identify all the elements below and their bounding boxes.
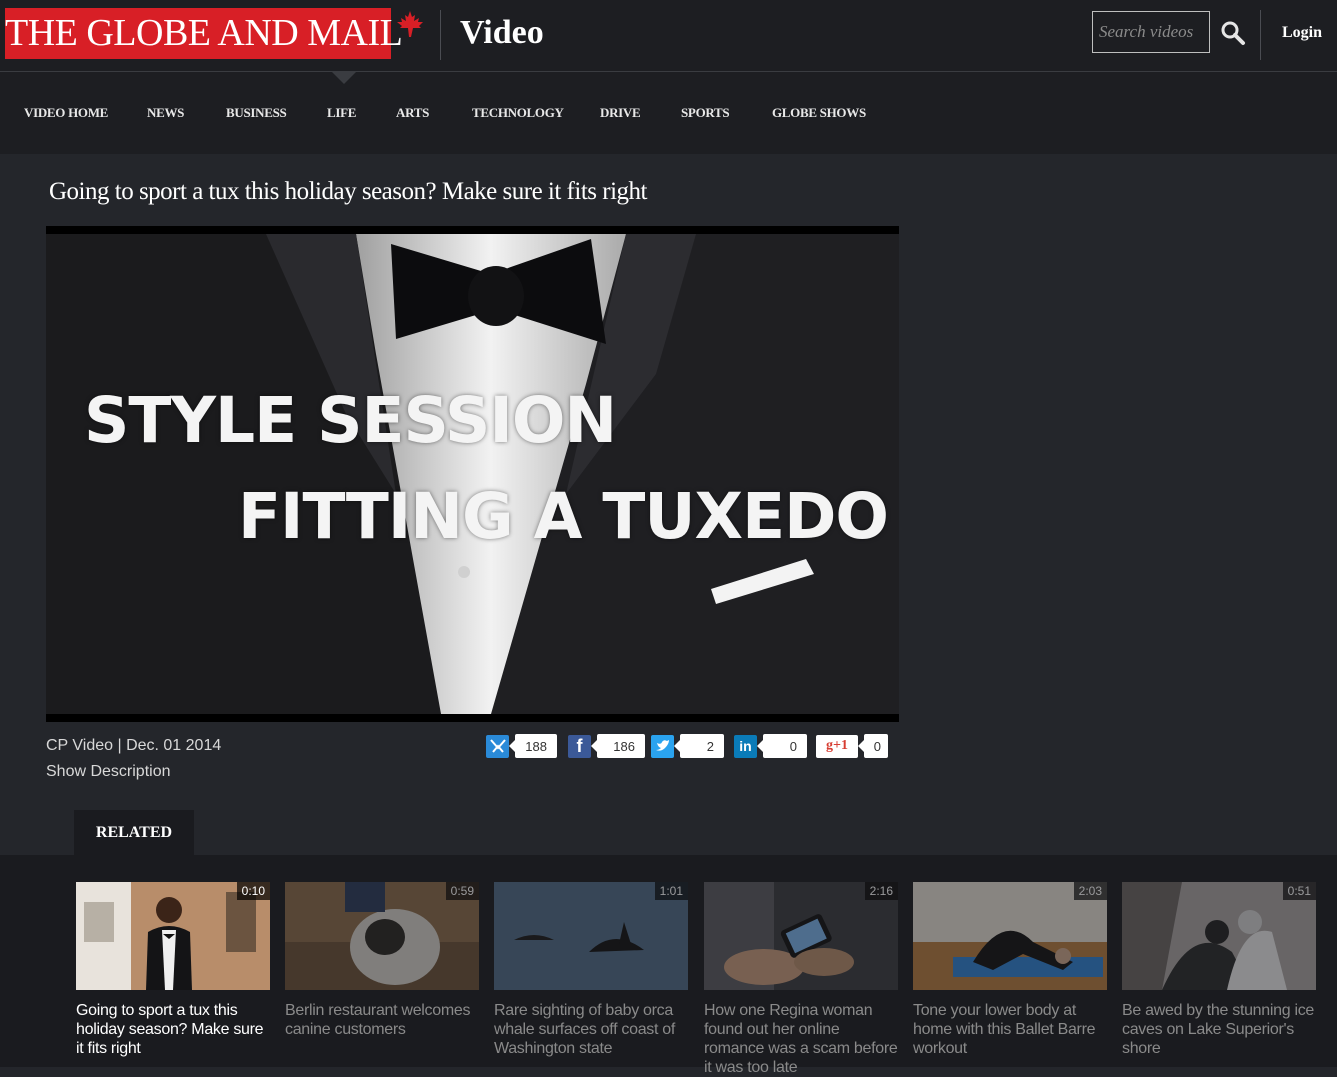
twitter-icon[interactable] — [651, 734, 674, 758]
facebook-share-button[interactable]: f 186 — [568, 733, 645, 759]
related-video-card[interactable]: 2:16 How one Regina woman found out her … — [704, 882, 898, 1077]
video-thumbnail[interactable]: 0:51 — [1122, 882, 1316, 990]
related-video-card[interactable]: 0:51 Be awed by the stunning ice caves o… — [1122, 882, 1316, 1058]
related-video-title[interactable]: Be awed by the stunning ice caves on Lak… — [1122, 1001, 1316, 1058]
search-icon[interactable] — [1220, 20, 1246, 46]
header-divider — [440, 10, 441, 60]
top-bar: THE GLOBE AND MAIL Video Login — [0, 0, 1337, 72]
search-input[interactable] — [1092, 11, 1210, 53]
video-overlay-title: STYLE SESSION — [84, 384, 617, 457]
google-plus-count: 0 — [858, 734, 888, 758]
video-duration: 0:10 — [236, 882, 270, 900]
video-meta: CP Video | Dec. 01 2014 — [46, 737, 222, 754]
nav-business[interactable]: BUSINESS — [226, 105, 287, 121]
video-overlay-subtitle: FITTING A TUXEDO — [238, 480, 889, 553]
video-duration: 0:59 — [445, 882, 479, 900]
video-player[interactable]: STYLE SESSION FITTING A TUXEDO — [46, 226, 899, 722]
video-duration: 2:16 — [864, 882, 898, 900]
twitter-count: 2 — [674, 734, 724, 758]
nav-life[interactable]: LIFE — [327, 105, 356, 121]
share-count: 188 — [509, 734, 557, 758]
related-video-card[interactable]: 0:10 Going to sport a tux this holiday s… — [76, 882, 270, 1058]
related-video-title[interactable]: Going to sport a tux this holiday season… — [76, 1001, 270, 1058]
header-divider — [1260, 10, 1261, 60]
linkedin-share-button[interactable]: in 0 — [734, 733, 807, 759]
video-thumbnail[interactable]: 2:03 — [913, 882, 1107, 990]
share-icon[interactable] — [486, 734, 509, 758]
video-frame-image — [46, 234, 899, 714]
maple-leaf-icon — [397, 11, 423, 37]
google-plus-share-button[interactable]: g+1 0 — [816, 733, 888, 759]
video-thumbnail[interactable]: 1:01 — [494, 882, 688, 990]
video-duration: 1:01 — [654, 882, 688, 900]
related-video-title[interactable]: Tone your lower body at home with this B… — [913, 1001, 1107, 1058]
tab-related[interactable]: RELATED — [74, 810, 194, 856]
nav-technology[interactable]: TECHNOLOGY — [472, 105, 564, 121]
nav-video-home[interactable]: VIDEO HOME — [24, 105, 108, 121]
facebook-count: 186 — [591, 734, 645, 758]
facebook-icon[interactable]: f — [568, 734, 591, 758]
site-logo[interactable]: THE GLOBE AND MAIL — [5, 8, 403, 59]
linkedin-count: 0 — [757, 734, 807, 758]
related-video-card[interactable]: 1:01 Rare sighting of baby orca whale su… — [494, 882, 688, 1058]
section-title[interactable]: Video — [460, 14, 544, 52]
related-video-card[interactable]: 0:59 Berlin restaurant welcomes canine c… — [285, 882, 479, 1039]
linkedin-icon[interactable]: in — [734, 734, 757, 758]
twitter-share-button[interactable]: 2 — [651, 733, 724, 759]
video-headline: Going to sport a tux this holiday season… — [49, 178, 647, 205]
google-plus-icon[interactable]: g+1 — [816, 734, 858, 758]
nav-news[interactable]: NEWS — [147, 105, 184, 121]
show-description-link[interactable]: Show Description — [46, 763, 171, 781]
video-thumbnail[interactable]: 0:10 — [76, 882, 270, 990]
active-nav-caret — [332, 72, 356, 84]
login-link[interactable]: Login — [1282, 24, 1322, 42]
related-video-title[interactable]: Rare sighting of baby orca whale surface… — [494, 1001, 688, 1058]
video-duration: 0:51 — [1282, 882, 1316, 900]
video-duration: 2:03 — [1073, 882, 1107, 900]
related-video-card[interactable]: 2:03 Tone your lower body at home with t… — [913, 882, 1107, 1058]
video-thumbnail[interactable]: 2:16 — [704, 882, 898, 990]
nav-globe-shows[interactable]: GLOBE SHOWS — [772, 105, 866, 121]
nav-sports[interactable]: SPORTS — [681, 105, 730, 121]
video-thumbnail[interactable]: 0:59 — [285, 882, 479, 990]
related-video-title[interactable]: Berlin restaurant welcomes canine custom… — [285, 1001, 479, 1039]
nav-drive[interactable]: DRIVE — [600, 105, 641, 121]
main-nav: VIDEO HOME NEWS BUSINESS LIFE ARTS TECHN… — [0, 72, 1337, 154]
share-button[interactable]: 188 — [486, 733, 557, 759]
nav-arts[interactable]: ARTS — [396, 105, 429, 121]
related-video-title[interactable]: How one Regina woman found out her onlin… — [704, 1001, 898, 1077]
